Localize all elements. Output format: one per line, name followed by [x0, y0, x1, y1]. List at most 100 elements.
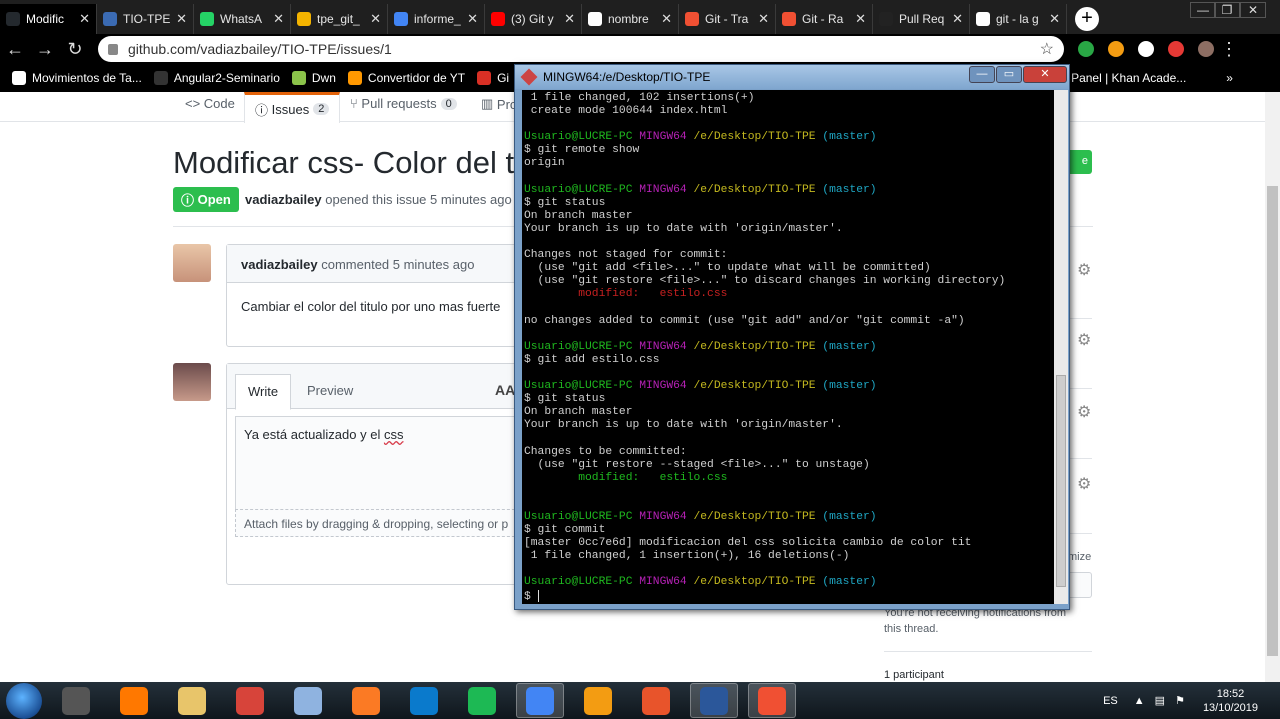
tray-expand-icon[interactable]: ▲	[1134, 695, 1145, 707]
address-bar[interactable]: github.com/vadiazbailey/TIO-TPE/issues/1…	[98, 36, 1064, 62]
taskbar-app[interactable]	[52, 683, 100, 718]
tab-label: tpe_git_	[317, 12, 360, 26]
browser-tab[interactable]: Git - Tra ✕	[679, 4, 776, 34]
close-tab-icon[interactable]: ✕	[176, 11, 187, 27]
bookmark-item[interactable]: Movimientos de Ta...	[12, 71, 142, 85]
network-icon[interactable]: ▤	[1155, 694, 1165, 707]
tab-code[interactable]: <> Code	[185, 96, 235, 111]
close-tab-icon[interactable]: ✕	[370, 11, 381, 27]
tab-projects[interactable]: ▥ Pro	[481, 96, 517, 112]
issue-title: Modificar css- Color del tit	[173, 145, 530, 180]
gear-icon[interactable]: ⚙	[1077, 260, 1091, 280]
bookmark-item[interactable]: Dwn	[291, 71, 336, 85]
terminal-scrollbar-thumb[interactable]	[1056, 375, 1066, 587]
bookmark-favicon-icon	[153, 71, 168, 85]
bookmark-item[interactable]: Convertidor de YT	[347, 71, 465, 85]
extension-icon[interactable]	[1168, 41, 1184, 57]
taskbar-app[interactable]	[168, 683, 216, 718]
close-tab-icon[interactable]: ✕	[661, 11, 672, 27]
close-tab-icon[interactable]: ✕	[273, 11, 284, 27]
taskbar-app[interactable]	[400, 683, 448, 718]
comment-author-link[interactable]: vadiazbailey	[241, 257, 318, 272]
terminal-text: origin	[524, 157, 565, 170]
tab-pull-requests[interactable]: ⑂ Pull requests 0	[350, 96, 457, 111]
flag-icon[interactable]: ⚑	[1175, 694, 1185, 707]
new-tab-button[interactable]: +	[1075, 7, 1099, 31]
extension-icon[interactable]	[1108, 41, 1124, 57]
maximize-button[interactable]: ❐	[1214, 2, 1240, 18]
browser-tab[interactable]: TIO-TPE ✕	[97, 4, 194, 34]
gear-icon[interactable]: ⚙	[1077, 402, 1091, 422]
browser-tab[interactable]: nombre ✕	[582, 4, 679, 34]
terminal-maximize-button[interactable]: ▭	[996, 66, 1022, 83]
taskbar-app[interactable]	[690, 683, 738, 718]
browser-tab-strip: Modific ✕ TIO-TPE ✕ WhatsA ✕ tpe_git_ ✕ informe_…	[0, 0, 1280, 34]
browser-tab[interactable]: informe_ ✕	[388, 4, 485, 34]
clock[interactable]: 18:52 13/10/2019	[1203, 687, 1258, 715]
extension-icon[interactable]	[1138, 41, 1154, 57]
taskbar-app[interactable]	[284, 683, 332, 718]
menu-icon[interactable]: ⋮	[1214, 39, 1244, 60]
browser-tab[interactable]: Pull Req ✕	[873, 4, 970, 34]
reload-icon[interactable]: ↻	[60, 39, 90, 60]
close-tab-icon[interactable]: ✕	[758, 11, 769, 27]
terminal-minimize-button[interactable]: —	[969, 66, 995, 83]
bookmark-star-icon[interactable]: ☆	[1040, 39, 1054, 59]
tab-write[interactable]: Write	[235, 374, 292, 410]
back-icon[interactable]: ←	[0, 39, 30, 60]
forward-icon[interactable]: →	[30, 39, 60, 60]
terminal-line: 1 file changed, 1 insertion(+), 16 delet…	[524, 550, 1054, 563]
taskbar-app[interactable]	[574, 683, 622, 718]
minimize-button[interactable]: —	[1190, 2, 1216, 18]
gear-icon[interactable]: ⚙	[1077, 474, 1091, 494]
comment-textarea[interactable]: Ya está actualizado y el css	[235, 416, 525, 509]
gear-icon[interactable]: ⚙	[1077, 330, 1091, 350]
taskbar-app[interactable]	[342, 683, 390, 718]
terminal-close-button[interactable]: ✕	[1023, 66, 1067, 83]
bookmark-item[interactable]: Gi	[477, 71, 509, 85]
browser-tab[interactable]: (3) Git y ✕	[485, 4, 582, 34]
browser-tab[interactable]: tpe_git_ ✕	[291, 4, 388, 34]
attach-files-dropzone[interactable]: Attach files by dragging & dropping, sel…	[235, 509, 525, 537]
profile-avatar[interactable]	[1198, 41, 1214, 57]
start-button[interactable]	[6, 682, 42, 719]
page-scrollbar-thumb[interactable]	[1267, 186, 1278, 656]
text-size-icon[interactable]: AA	[495, 382, 515, 398]
tab-label: (3) Git y	[511, 12, 554, 26]
close-window-button[interactable]: ✕	[1240, 2, 1266, 18]
close-tab-icon[interactable]: ✕	[467, 11, 478, 27]
app-icon	[294, 686, 322, 715]
avatar[interactable]	[173, 244, 211, 282]
avatar[interactable]	[173, 363, 211, 401]
bookmark-item[interactable]: Angular2-Seminario	[153, 71, 280, 85]
taskbar-app[interactable]	[226, 683, 274, 718]
browser-tab[interactable]: Modific ✕	[0, 4, 97, 34]
taskbar-app[interactable]	[458, 683, 506, 718]
extension-icon[interactable]	[1078, 41, 1094, 57]
tab-preview[interactable]: Preview	[295, 374, 365, 407]
close-tab-icon[interactable]: ✕	[855, 11, 866, 27]
more-bookmarks-icon[interactable]: »	[1226, 71, 1233, 85]
taskbar-app[interactable]	[748, 683, 796, 718]
taskbar-app[interactable]	[110, 683, 158, 718]
bookmark-item[interactable]: Panel | Khan Acade...	[1051, 71, 1186, 85]
browser-tab[interactable]: Git - Ra ✕	[776, 4, 873, 34]
close-tab-icon[interactable]: ✕	[564, 11, 575, 27]
taskbar-app[interactable]	[632, 683, 680, 718]
comment-timestamp[interactable]: commented 5 minutes ago	[321, 257, 474, 272]
terminal-text: 1 file changed, 102 insertions(+)	[524, 92, 755, 104]
browser-tab[interactable]: WhatsA ✕	[194, 4, 291, 34]
terminal-output[interactable]: 1 file changed, 102 insertions(+) create…	[522, 90, 1054, 604]
close-tab-icon[interactable]: ✕	[952, 11, 963, 27]
taskbar-app[interactable]	[516, 683, 564, 718]
issue-author-link[interactable]: vadiazbailey	[245, 192, 322, 207]
close-tab-icon[interactable]: ✕	[79, 11, 90, 27]
issues-counter: 2	[313, 103, 330, 115]
browser-tab[interactable]: git - la g ✕	[970, 4, 1067, 34]
tab-issues[interactable]: ⓘ Issues 2	[244, 92, 341, 123]
customize-link[interactable]: mize	[1068, 551, 1091, 563]
close-tab-icon[interactable]: ✕	[1049, 11, 1060, 27]
language-indicator[interactable]: ES	[1103, 695, 1118, 707]
